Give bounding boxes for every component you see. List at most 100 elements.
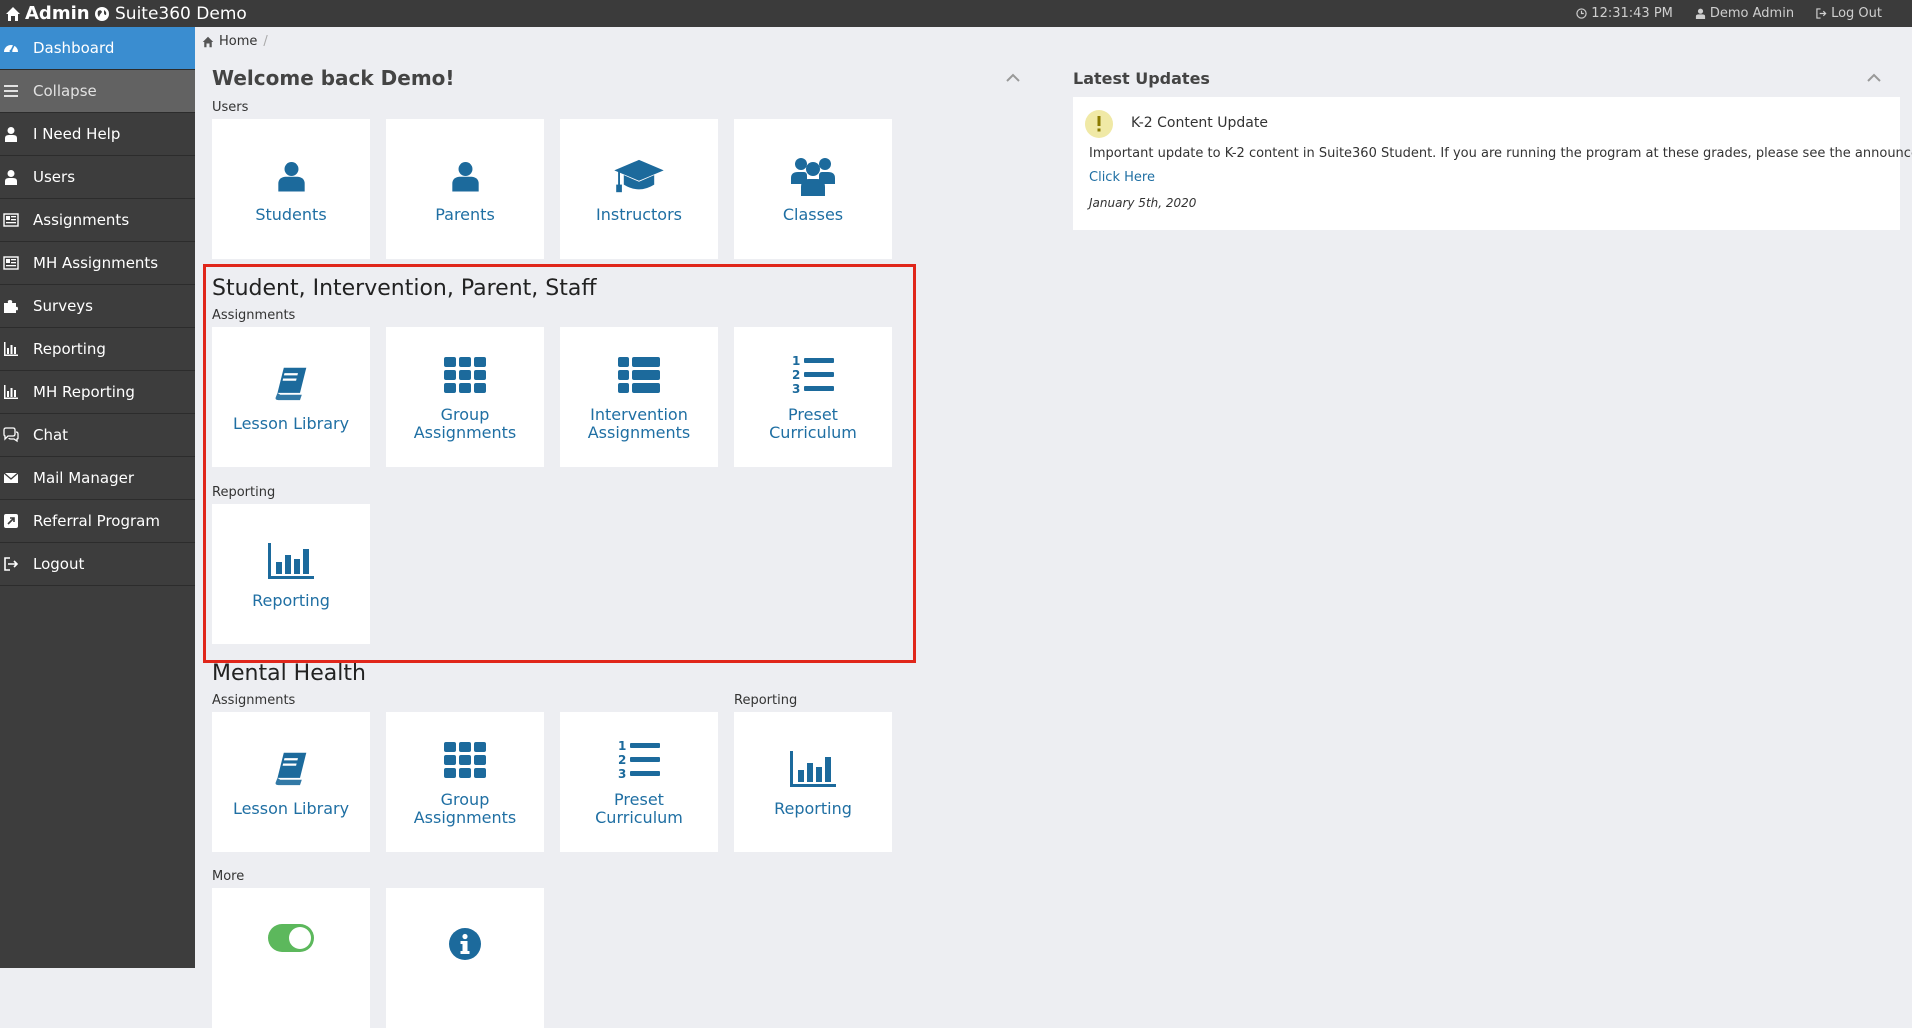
tile-label-line1: Preset [614, 790, 664, 809]
graduation-cap-icon [612, 158, 666, 196]
sip-assignments-label: Assignments [212, 308, 296, 323]
mh-lesson-library-tile[interactable]: Lesson Library [212, 712, 370, 852]
chat-icon [3, 427, 19, 443]
mh-assignments-label: Assignments [212, 693, 296, 708]
students-tile[interactable]: Students [212, 119, 370, 259]
tile-label: Reporting [774, 799, 852, 818]
sidebar-item-surveys[interactable]: Surveys [0, 285, 195, 328]
user-icon [5, 127, 17, 142]
mh-section-title: Mental Health [212, 661, 366, 686]
sidebar-label: Logout [33, 555, 85, 573]
site-name[interactable]: Suite360 Demo [94, 2, 247, 25]
brand-label: Admin [25, 3, 90, 24]
collapse-chevron-icon[interactable] [1006, 73, 1020, 83]
newspaper-icon [3, 256, 19, 270]
sidebar-item-mh-reporting[interactable]: MH Reporting [0, 371, 195, 414]
sidebar-label: MH Assignments [33, 254, 159, 272]
user-icon [1695, 8, 1705, 19]
menu-icon [4, 85, 18, 97]
dashboard-icon [4, 44, 18, 53]
update-body: Important update to K-2 content in Suite… [1089, 146, 1912, 161]
sidebar-label: Referral Program [33, 512, 160, 530]
info-icon [449, 928, 481, 960]
instructors-tile[interactable]: Instructors [560, 119, 718, 259]
sidebar-item-users[interactable]: Users [0, 156, 195, 199]
bar-chart-icon [4, 385, 18, 399]
sip-intervention-assignments-tile[interactable]: Intervention Assignments [560, 327, 718, 467]
sidebar-label: Dashboard [33, 39, 115, 57]
sidebar-item-help[interactable]: I Need Help [0, 113, 195, 156]
user-icon [5, 170, 17, 185]
tile-label-line1: Preset [788, 405, 838, 424]
logout-link[interactable]: Log Out [1816, 6, 1882, 21]
mh-group-assignments-tile[interactable]: Group Assignments [386, 712, 544, 852]
sidebar-item-chat[interactable]: Chat [0, 414, 195, 457]
update-link[interactable]: Click Here [1089, 170, 1155, 185]
sidebar-item-dashboard[interactable]: Dashboard [0, 27, 195, 70]
sip-preset-curriculum-tile[interactable]: Preset Curriculum [734, 327, 892, 467]
sip-section-title: Student, Intervention, Parent, Staff [212, 276, 597, 301]
info-tile[interactable] [386, 888, 544, 1028]
admin-brand[interactable]: Admin [5, 2, 90, 25]
toggle-switch-icon[interactable] [267, 923, 315, 953]
tile-label-line2: Assignments [587, 423, 691, 442]
puzzle-icon [4, 300, 18, 313]
users-section-label: Users [212, 100, 249, 115]
tile-label: Lesson Library [232, 799, 350, 818]
user-name: Demo Admin [1709, 6, 1795, 21]
sidebar-item-referral-program[interactable]: Referral Program [0, 500, 195, 543]
sip-lesson-library-tile[interactable]: Lesson Library [212, 327, 370, 467]
sidebar-label: Users [33, 168, 76, 186]
user-icon [276, 158, 307, 194]
external-icon [4, 514, 18, 528]
envelope-icon [3, 472, 19, 483]
sidebar-item-mh-assignments[interactable]: MH Assignments [0, 242, 195, 285]
sidebar-label: I Need Help [33, 125, 121, 143]
update-date: January 5th, 2020 [1089, 196, 1197, 210]
breadcrumb: Home / [202, 34, 268, 49]
latest-updates-panel: K-2 Content Update Important update to K… [1073, 97, 1912, 230]
list-icon [618, 357, 660, 393]
tile-label: Students [255, 205, 327, 224]
classes-tile[interactable]: Classes [734, 119, 892, 259]
update-title: K-2 Content Update [1131, 115, 1268, 131]
mh-reporting-label: Reporting [734, 693, 798, 708]
logout-label: Log Out [1831, 6, 1882, 21]
sidebar-item-assignments[interactable]: Assignments [0, 199, 195, 242]
tile-label-line2: Assignments [413, 808, 517, 827]
tile-label-line2: Curriculum [595, 808, 683, 827]
clock-time: 12:31:43 PM [1591, 6, 1673, 21]
sidebar-item-mail-manager[interactable]: Mail Manager [0, 457, 195, 500]
clock: 12:31:43 PM [1576, 6, 1673, 21]
sip-group-assignments-tile[interactable]: Group Assignments [386, 327, 544, 467]
book-icon [272, 750, 310, 786]
sidebar-item-reporting[interactable]: Reporting [0, 328, 195, 371]
tile-label: Reporting [252, 591, 330, 610]
sidebar-label: Surveys [33, 297, 93, 315]
mh-reporting-tile[interactable]: Reporting [734, 712, 892, 852]
breadcrumb-home[interactable]: Home [219, 34, 257, 49]
toggle-tile[interactable] [212, 888, 370, 1028]
sidebar-item-collapse[interactable]: Collapse [0, 70, 195, 113]
tile-label: Lesson Library [232, 414, 350, 433]
tile-label: Classes [782, 205, 844, 224]
sip-reporting-tile[interactable]: Reporting [212, 504, 370, 644]
tile-label-line1: Group [440, 790, 490, 809]
mh-preset-curriculum-tile[interactable]: Preset Curriculum [560, 712, 718, 852]
exclamation-icon [1085, 110, 1113, 138]
sidebar-item-logout[interactable]: Logout [0, 543, 195, 586]
users-group-icon [790, 156, 836, 196]
collapse-chevron-icon[interactable] [1867, 73, 1881, 83]
ordered-list-icon [618, 739, 660, 779]
clock-icon [1576, 8, 1587, 19]
user-menu[interactable]: Demo Admin [1695, 6, 1794, 21]
sidebar-label: Reporting [33, 340, 106, 358]
tile-label-line2: Curriculum [769, 423, 857, 442]
bar-chart-icon [790, 751, 836, 787]
tile-label-line1: Group [440, 405, 490, 424]
bar-chart-icon [268, 543, 314, 579]
parents-tile[interactable]: Parents [386, 119, 544, 259]
sidebar-label: MH Reporting [33, 383, 135, 401]
sign-out-icon [4, 557, 19, 571]
sidebar-label: Collapse [33, 82, 97, 100]
